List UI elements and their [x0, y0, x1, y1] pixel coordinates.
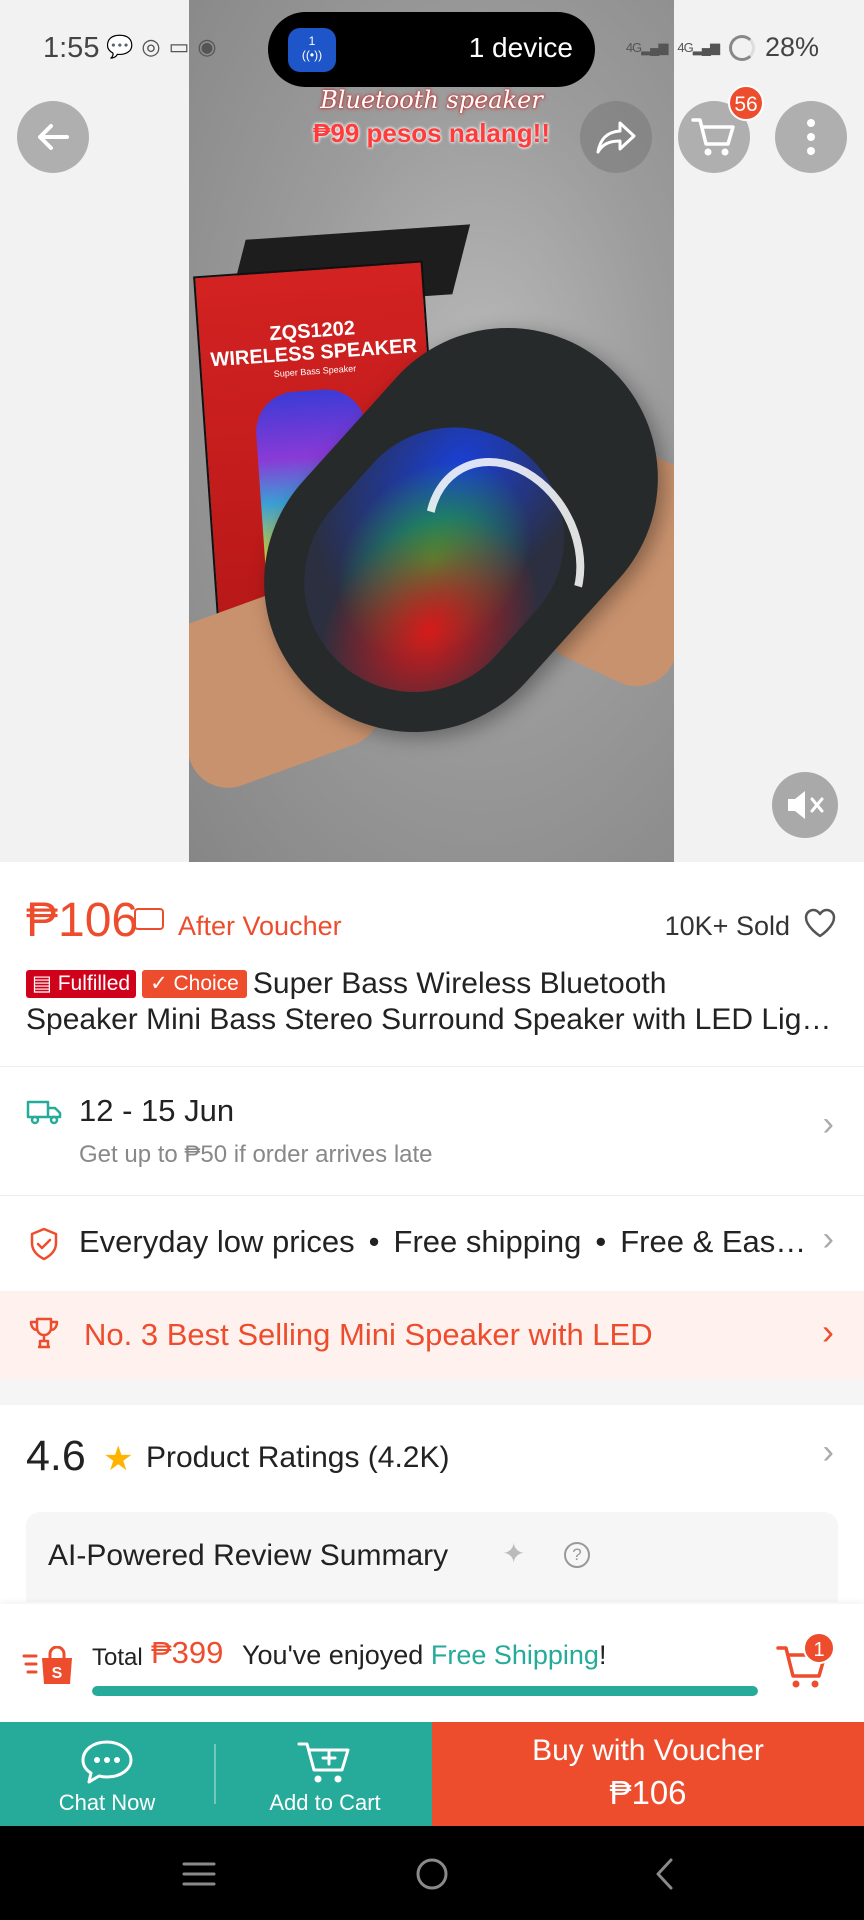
progress-fill [92, 1686, 758, 1696]
product-title-line2: Speaker Mini Bass Stereo Surround Speake… [26, 1003, 838, 1036]
status-right: 4G▂▄▆ 4G▂▄▆ 28% [626, 32, 819, 63]
network-type-1: 4G [625, 39, 642, 55]
best-seller-text: No. 3 Best Selling Mini Speaker with LED [84, 1317, 653, 1352]
share-icon [596, 121, 636, 154]
cart-button[interactable]: 56 [678, 85, 764, 173]
add-to-cart-button[interactable]: Add to Cart [218, 1722, 432, 1826]
ratings-row[interactable]: 4.6 ★ Product Ratings (4.2K) › [0, 1405, 864, 1505]
back-arrow-icon [38, 124, 69, 150]
chat-now-button[interactable]: Chat Now [0, 1722, 214, 1826]
cart-count-badge: 56 [728, 85, 764, 121]
heart-icon[interactable] [802, 905, 838, 941]
ai-summary-title: AI-Powered Review Summary [48, 1539, 449, 1572]
product-media[interactable]: ZQS1202 WIRELESS SPEAKER Super Bass Speak… [0, 0, 864, 862]
signal-icon-1: 4G▂▄▆ [625, 39, 669, 55]
add-to-cart-label: Add to Cart [269, 1790, 381, 1815]
chat-icon [81, 1740, 133, 1784]
menu-icon [182, 1862, 216, 1886]
chevron-right-icon: › [822, 1311, 834, 1352]
add-cart-icon [297, 1742, 350, 1783]
choice-badge: ✓ Choice [142, 970, 247, 998]
shopping-bag-icon: S [22, 1646, 72, 1684]
product-title-line1: Super Bass Wireless Bluetooth [252, 967, 667, 1000]
buy-with-voucher-button[interactable]: Buy with Voucher ₱106 [432, 1722, 864, 1826]
benefits-row[interactable]: Everyday low prices • Free shipping • Free &… [0, 1196, 864, 1290]
back-button[interactable] [17, 101, 89, 173]
chevron-right-icon: › [822, 1220, 834, 1258]
network-type-2: 4G [677, 39, 693, 55]
section-gap [0, 1379, 864, 1405]
share-button[interactable] [580, 101, 652, 173]
free-shipping-text: Free Shipping [430, 1640, 599, 1670]
battery-icon [728, 34, 755, 61]
sold-count: 10K+ Sold [664, 911, 790, 941]
recent-apps-button[interactable] [175, 1850, 223, 1898]
voucher-icon [134, 908, 164, 930]
action-bar: Chat Now Add to Cart Buy with Voucher ₱1… [0, 1722, 864, 1826]
home-circle-icon [416, 1858, 448, 1890]
shipping-row[interactable]: 12 - 15 Jun Get up to ₱50 if order arriv… [0, 1067, 864, 1194]
benefit-low-prices: Everyday low prices [79, 1224, 355, 1259]
enjoyed-prefix: You've enjoyed [242, 1640, 424, 1670]
ratings-label: Product Ratings (4.2K) [146, 1441, 450, 1474]
truck-icon [26, 1100, 62, 1125]
battery-percent: 28% [764, 32, 819, 62]
more-vertical-icon [807, 119, 815, 155]
enjoyed-suffix: ! [598, 1640, 607, 1670]
device-count: 1 device [468, 32, 573, 63]
product-title: ▤ Fulfilled ✓ Choice Super Bass Wireless B… [26, 966, 838, 1038]
system-nav-bar [0, 1826, 864, 1920]
ai-review-summary[interactable]: AI-Powered Review Summary ✦ ? [26, 1512, 838, 1602]
broadcast-icon: 1 ((•)) [288, 28, 336, 72]
island-dot-count: 1 [308, 34, 316, 48]
chevron-right-icon: › [822, 1105, 834, 1143]
notification-icons: 💬 ◎ ▭ ◉ [106, 34, 217, 60]
buy-label: Buy with Voucher [532, 1734, 764, 1767]
back-nav-button[interactable] [641, 1850, 689, 1898]
best-seller-banner[interactable]: No. 3 Best Selling Mini Speaker with LED… [0, 1291, 864, 1379]
more-options-button[interactable] [775, 101, 847, 173]
help-icon[interactable]: ? [564, 1542, 590, 1568]
mute-icon [788, 791, 824, 819]
fulfilled-label: Fulfilled [57, 972, 131, 995]
cart-count-badge: 1 [803, 1632, 835, 1664]
chevron-right-icon: › [822, 1433, 834, 1471]
action-bar-left: Chat Now Add to Cart [0, 1722, 432, 1826]
mute-button[interactable] [772, 772, 838, 838]
status-bar: 1:55 💬 ◎ ▭ ◉ 1 ((•)) 1 device 4G▂▄▆ 4G▂▄▆… [0, 0, 864, 100]
message-icon: 💬 [106, 34, 134, 59]
buy-price: ₱106 [609, 1774, 687, 1811]
signal-icon-2: 4G▂▄▆ [677, 39, 720, 55]
free-shipping-message: You've enjoyed Free Shipping! [242, 1640, 606, 1671]
trophy-icon [29, 1317, 59, 1349]
notification-icon: ▭ [168, 34, 190, 59]
cart-icon [691, 118, 735, 156]
home-button[interactable] [408, 1850, 456, 1898]
delivery-date: 12 - 15 Jun [79, 1093, 235, 1128]
star-icon: ★ [103, 1440, 134, 1478]
fulfilled-badge: ▤ Fulfilled [26, 970, 137, 998]
product-price: ₱106 [26, 894, 139, 947]
dynamic-island[interactable]: 1 ((•)) 1 device [268, 12, 595, 87]
svg-text:S: S [52, 1665, 63, 1682]
total-label: Total [92, 1644, 143, 1671]
action-separator [214, 1744, 216, 1804]
price-row: ₱106 After Voucher 10K+ Sold [26, 893, 838, 953]
total-price: ₱399 [151, 1635, 224, 1670]
whatsapp-icon: ◎ [141, 34, 161, 59]
free-shipping-progress [92, 1686, 758, 1696]
app-icon: ◉ [197, 34, 217, 59]
rating-score: 4.6 [26, 1432, 86, 1480]
sparkle-icon: ✦ [502, 1538, 526, 1569]
shield-check-icon [30, 1227, 58, 1261]
chat-now-label: Chat Now [58, 1790, 156, 1815]
back-nav-icon [656, 1858, 673, 1890]
benefits-list: Everyday low prices • Free shipping • Free &… [79, 1224, 809, 1260]
benefit-free-shipping: Free shipping [393, 1224, 582, 1259]
late-delivery-note: Get up to ₱50 if order arrives late [79, 1141, 433, 1168]
cart-summary-bar[interactable]: S Total ₱399 You've enjoyed Free Shippin… [0, 1604, 864, 1722]
benefit-returns: Free & Easy Returns [620, 1224, 809, 1259]
after-voucher-label: After Voucher [178, 911, 342, 941]
status-time: 1:55 [43, 32, 100, 64]
